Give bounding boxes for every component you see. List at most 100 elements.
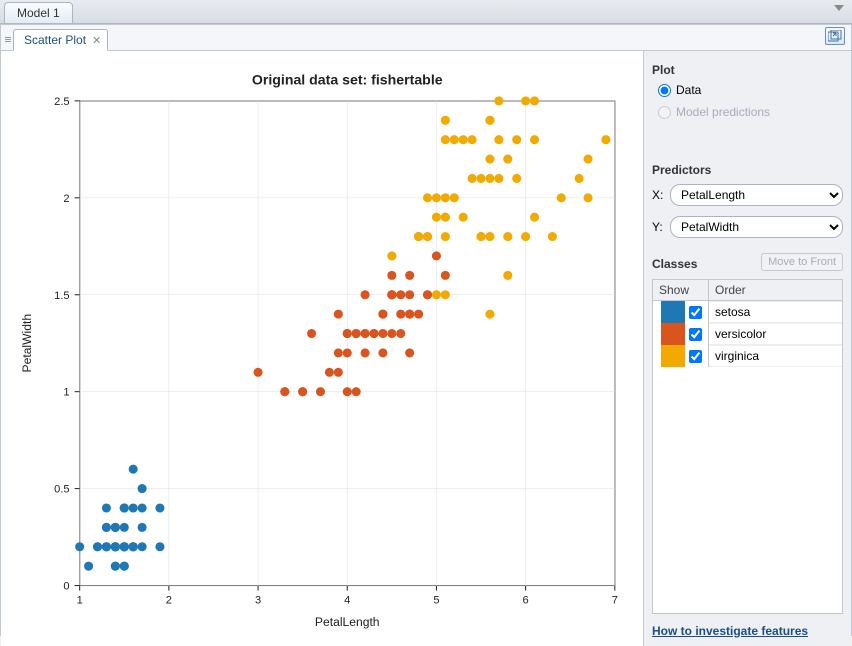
data-point — [138, 542, 147, 551]
data-point — [432, 251, 441, 260]
restore-panel-icon[interactable] — [825, 27, 845, 45]
tab-grip-icon[interactable] — [5, 29, 11, 50]
svg-text:4: 4 — [344, 595, 350, 607]
data-point — [298, 387, 307, 396]
class-show-cell — [653, 323, 709, 345]
svg-text:PetalWidth: PetalWidth — [20, 314, 34, 373]
y-label: Y: — [652, 220, 666, 234]
y-predictor-select[interactable]: PetalWidth — [670, 216, 843, 238]
data-point — [405, 348, 414, 357]
data-point — [155, 503, 164, 512]
inner-tab-label: Scatter Plot — [24, 33, 86, 47]
data-point — [405, 290, 414, 299]
svg-text:2: 2 — [63, 193, 69, 205]
class-swatch — [661, 301, 685, 323]
radio-data[interactable]: Data — [652, 81, 843, 99]
predictors-heading: Predictors — [652, 163, 843, 177]
data-point — [503, 155, 512, 164]
data-point — [138, 484, 147, 493]
data-point — [414, 310, 423, 319]
svg-text:3: 3 — [255, 595, 261, 607]
class-row[interactable]: setosa — [653, 301, 842, 323]
class-row[interactable]: versicolor — [653, 323, 842, 345]
svg-text:1: 1 — [77, 595, 83, 607]
data-point — [129, 542, 138, 551]
data-point — [111, 523, 120, 532]
data-point — [84, 562, 93, 571]
data-point — [468, 174, 477, 183]
data-point — [441, 116, 450, 125]
outer-tab-bar: Model 1 — [0, 0, 852, 24]
data-point — [423, 232, 432, 241]
svg-text:Original data set: fishertable: Original data set: fishertable — [252, 72, 443, 88]
svg-text:0.5: 0.5 — [54, 484, 69, 496]
data-point — [102, 523, 111, 532]
data-point — [468, 135, 477, 144]
classes-header-row: Classes Move to Front — [652, 253, 843, 271]
data-point — [387, 290, 396, 299]
data-point — [369, 329, 378, 338]
data-point — [476, 174, 485, 183]
data-point — [459, 135, 468, 144]
data-point — [325, 368, 334, 377]
radio-model: Model predictions — [652, 103, 843, 121]
data-point — [423, 193, 432, 202]
outer-tab-model[interactable]: Model 1 — [4, 2, 73, 23]
class-table: Show Order setosaversicolorvirginica — [652, 279, 843, 614]
data-point — [361, 348, 370, 357]
data-point — [503, 271, 512, 280]
col-show-header[interactable]: Show — [653, 280, 709, 300]
col-order-header[interactable]: Order — [709, 280, 842, 300]
data-point — [521, 96, 530, 105]
data-point — [503, 232, 512, 241]
data-point — [485, 232, 494, 241]
help-link[interactable]: How to investigate features — [652, 624, 843, 638]
data-point — [316, 387, 325, 396]
plot-area: 123456700.511.522.5Original data set: fi… — [1, 51, 643, 646]
class-show-checkbox[interactable] — [689, 306, 702, 319]
classes-heading: Classes — [652, 257, 697, 271]
data-point — [485, 155, 494, 164]
data-point — [557, 193, 566, 202]
data-point — [441, 271, 450, 280]
class-name-cell: setosa — [709, 301, 842, 323]
data-point — [530, 135, 539, 144]
data-point — [155, 542, 164, 551]
svg-text:PetalLength: PetalLength — [315, 615, 380, 629]
data-point — [102, 503, 111, 512]
data-point — [387, 271, 396, 280]
radio-data-label: Data — [676, 83, 701, 97]
data-point — [441, 232, 450, 241]
class-show-checkbox[interactable] — [689, 328, 702, 341]
data-point — [361, 290, 370, 299]
data-point — [120, 542, 129, 551]
svg-text:0: 0 — [63, 581, 69, 593]
inner-tab-scatter[interactable]: Scatter Plot ✕ — [13, 29, 108, 51]
x-predictor-select[interactable]: PetalLength — [670, 184, 843, 206]
data-point — [423, 290, 432, 299]
data-point — [102, 542, 111, 551]
class-show-checkbox[interactable] — [689, 350, 702, 363]
data-point — [441, 193, 450, 202]
data-point — [459, 213, 468, 222]
data-point — [485, 310, 494, 319]
class-row[interactable]: virginica — [653, 345, 842, 367]
radio-data-input[interactable] — [658, 84, 671, 97]
data-point — [280, 387, 289, 396]
svg-text:1.5: 1.5 — [54, 290, 69, 302]
data-point — [129, 465, 138, 474]
inner-frame: Scatter Plot ✕ 123456700.511.522.5Origin… — [0, 24, 852, 636]
data-point — [254, 368, 263, 377]
x-label: X: — [652, 188, 666, 202]
data-point — [548, 232, 557, 241]
radio-model-label: Model predictions — [676, 105, 770, 119]
plot-heading: Plot — [652, 63, 843, 77]
data-point — [575, 174, 584, 183]
tab-dropdown-icon[interactable] — [834, 5, 844, 11]
scatter-plot: 123456700.511.522.5Original data set: fi… — [9, 59, 635, 638]
data-point — [432, 193, 441, 202]
data-point — [530, 96, 539, 105]
data-point — [93, 542, 102, 551]
data-point — [138, 503, 147, 512]
close-icon[interactable]: ✕ — [92, 34, 101, 47]
